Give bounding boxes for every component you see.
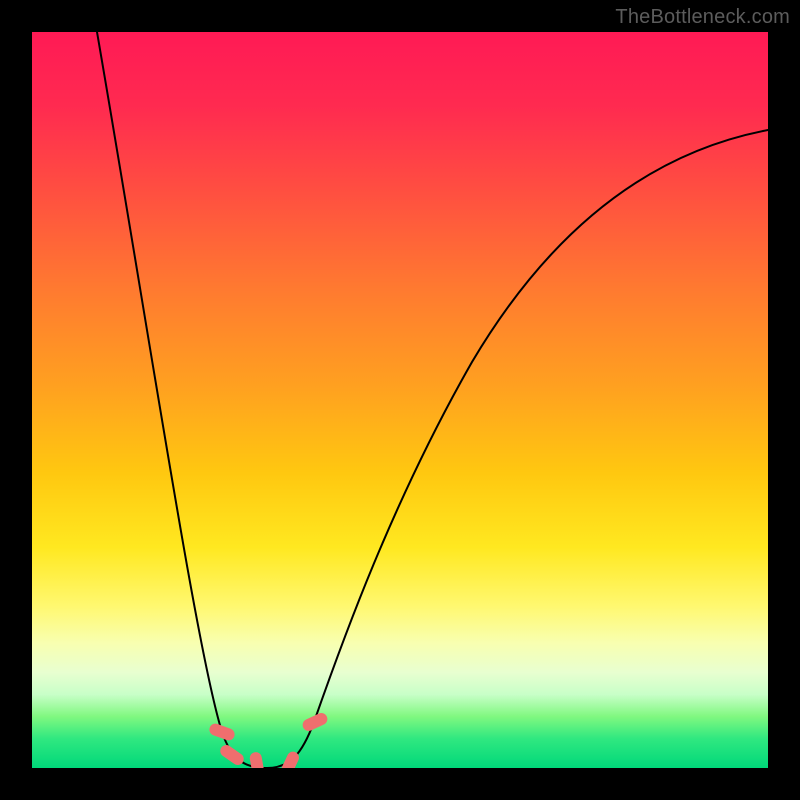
chart-svg	[32, 32, 768, 768]
curve-marker	[208, 722, 237, 742]
curve-marker	[301, 711, 330, 733]
chart-plot-area	[32, 32, 768, 768]
curve-marker	[218, 743, 246, 768]
bottleneck-curve	[97, 32, 768, 768]
curve-markers	[208, 711, 330, 768]
watermark-text: TheBottleneck.com	[615, 6, 790, 29]
curve-marker	[249, 751, 265, 768]
